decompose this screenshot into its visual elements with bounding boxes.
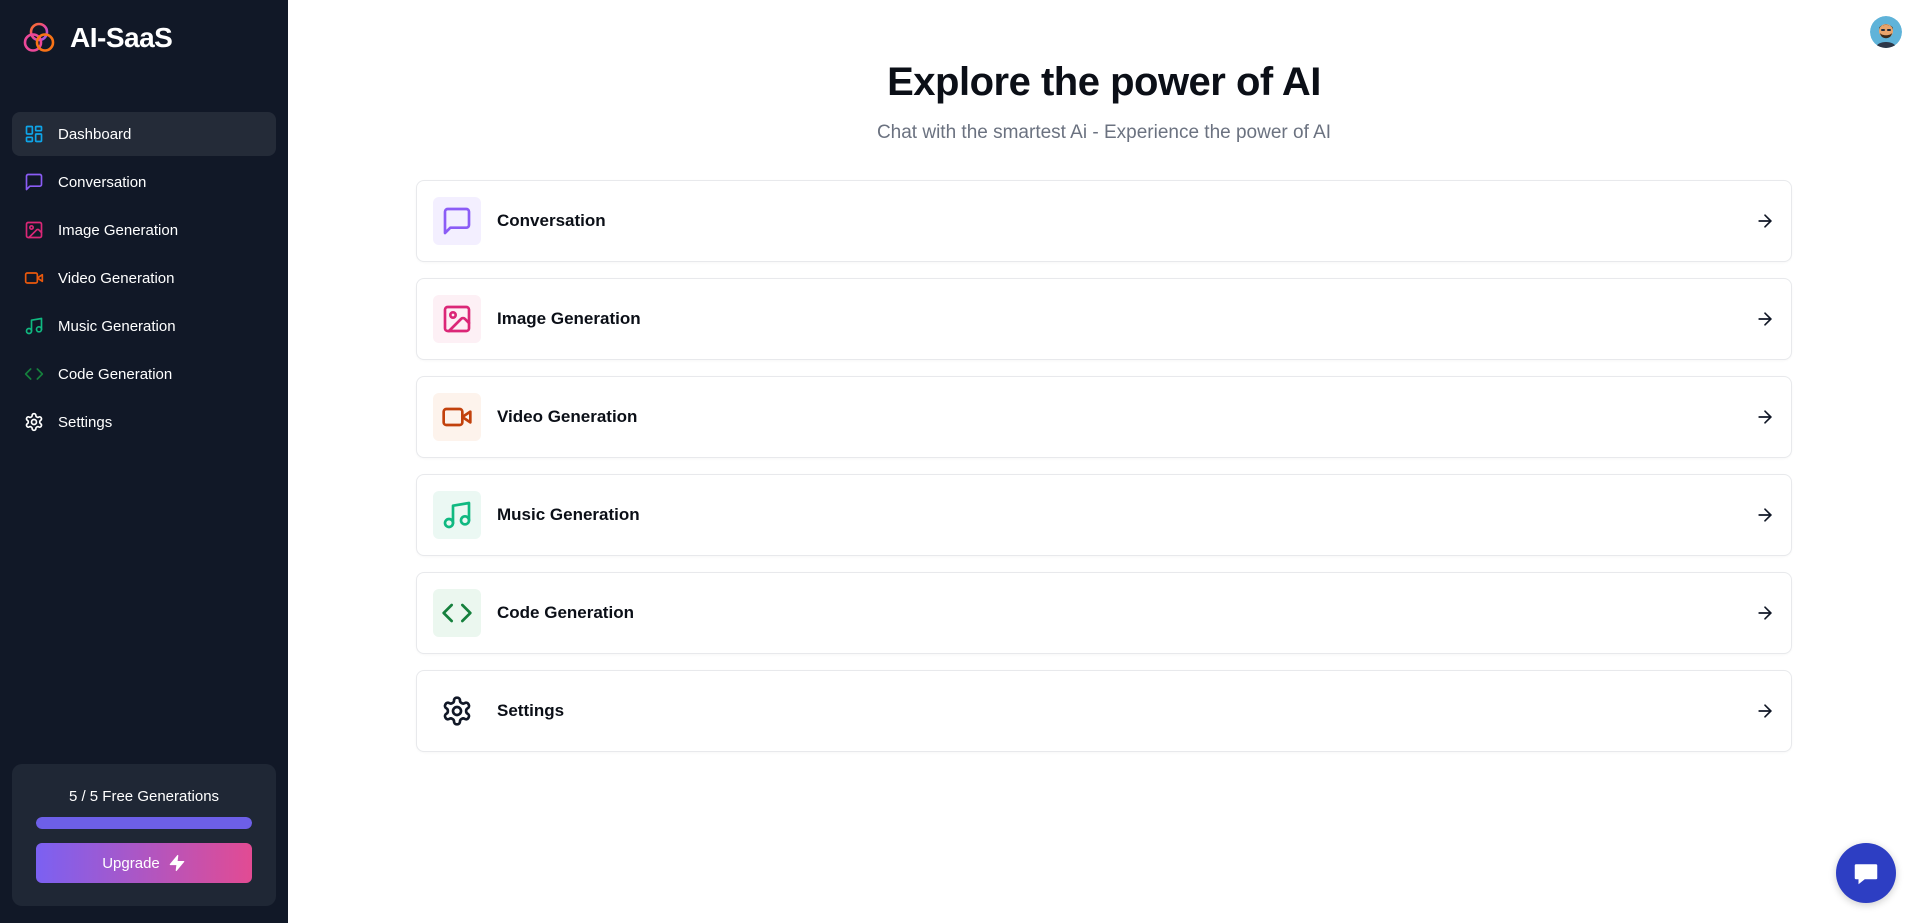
sidebar-item-video-generation[interactable]: Video Generation — [12, 256, 276, 300]
arrow-right-icon — [1755, 603, 1775, 623]
arrow-right-icon — [1755, 211, 1775, 231]
video-icon — [442, 407, 472, 427]
arrow-right-icon — [1755, 309, 1775, 329]
sidebar-item-conversation[interactable]: Conversation — [12, 160, 276, 204]
icon-box — [433, 491, 481, 539]
free-generations-count: 5 / 5 Free Generations — [68, 788, 220, 805]
tool-card-code-generation[interactable]: Code Generation — [416, 572, 1792, 654]
chat-widget-button[interactable] — [1836, 843, 1896, 903]
sidebar-item-label: Settings — [58, 413, 113, 431]
tool-card-settings[interactable]: Settings — [416, 670, 1792, 752]
icon-box — [433, 393, 481, 441]
chat-bubble-icon — [1854, 864, 1878, 885]
upgrade-label: Upgrade — [102, 854, 160, 872]
sidebar: AI-SaaS Dashboard Conversation Image Gen… — [0, 0, 288, 923]
sidebar-item-music-generation[interactable]: Music Generation — [12, 304, 276, 348]
settings-icon — [25, 412, 43, 432]
video-icon — [24, 272, 44, 284]
page-title: Explore the power of AI — [887, 60, 1321, 104]
code-icon — [24, 368, 44, 380]
free-generations-card: 5 / 5 Free Generations Upgrade — [12, 764, 276, 906]
zap-icon — [169, 854, 185, 872]
generations-progress-bar — [36, 817, 252, 829]
tool-card-image-generation[interactable]: Image Generation — [416, 278, 1792, 360]
image-icon — [443, 305, 471, 333]
tool-card-label: Music Generation — [497, 505, 640, 524]
tool-card-video-generation[interactable]: Video Generation — [416, 376, 1792, 458]
icon-box — [433, 589, 481, 637]
sidebar-item-label: Music Generation — [58, 317, 176, 335]
tool-card-label: Settings — [497, 701, 565, 720]
sidebar-item-label: Dashboard — [58, 125, 132, 143]
tool-card-label: Image Generation — [497, 309, 641, 328]
brand[interactable]: AI-SaaS — [22, 20, 173, 56]
settings-icon — [443, 696, 471, 726]
page-subtitle: Chat with the smartest Ai - Experience t… — [876, 122, 1332, 143]
code-icon — [442, 603, 472, 623]
tool-card-label: Code Generation — [497, 603, 634, 622]
sidebar-nav: Dashboard Conversation Image Generation … — [12, 112, 276, 448]
user-avatar[interactable] — [1870, 16, 1902, 48]
icon-box — [433, 197, 481, 245]
arrow-right-icon — [1755, 407, 1775, 427]
sidebar-item-image-generation[interactable]: Image Generation — [12, 208, 276, 252]
upgrade-button[interactable]: Upgrade — [36, 843, 252, 883]
message-square-icon — [25, 173, 43, 191]
sidebar-item-label: Image Generation — [58, 221, 179, 239]
music-icon — [443, 501, 471, 529]
tool-card-label: Video Generation — [497, 407, 638, 426]
tool-card-conversation[interactable]: Conversation — [416, 180, 1792, 262]
image-icon — [25, 221, 43, 239]
avatar-icon — [1870, 16, 1902, 48]
tool-card-music-generation[interactable]: Music Generation — [416, 474, 1792, 556]
sidebar-item-label: Conversation — [58, 173, 147, 191]
sidebar-item-dashboard[interactable]: Dashboard — [12, 112, 276, 156]
sidebar-item-settings[interactable]: Settings — [12, 400, 276, 444]
arrow-right-icon — [1755, 505, 1775, 525]
sidebar-item-label: Code Generation — [58, 365, 173, 383]
generations-progress-fill — [36, 817, 252, 829]
tool-card-label: Conversation — [497, 211, 606, 230]
app-title: AI-SaaS — [70, 22, 173, 53]
sidebar-item-code-generation[interactable]: Code Generation — [12, 352, 276, 396]
music-icon — [25, 317, 43, 335]
message-square-icon — [443, 207, 471, 235]
icon-box — [433, 295, 481, 343]
layout-dashboard-icon — [25, 125, 43, 143]
tools-list: Conversation Image Generation Video Gene… — [416, 180, 1792, 768]
logo-icon — [23, 22, 55, 52]
arrow-right-icon — [1755, 701, 1775, 721]
sidebar-item-label: Video Generation — [58, 269, 175, 287]
icon-box — [433, 687, 481, 735]
